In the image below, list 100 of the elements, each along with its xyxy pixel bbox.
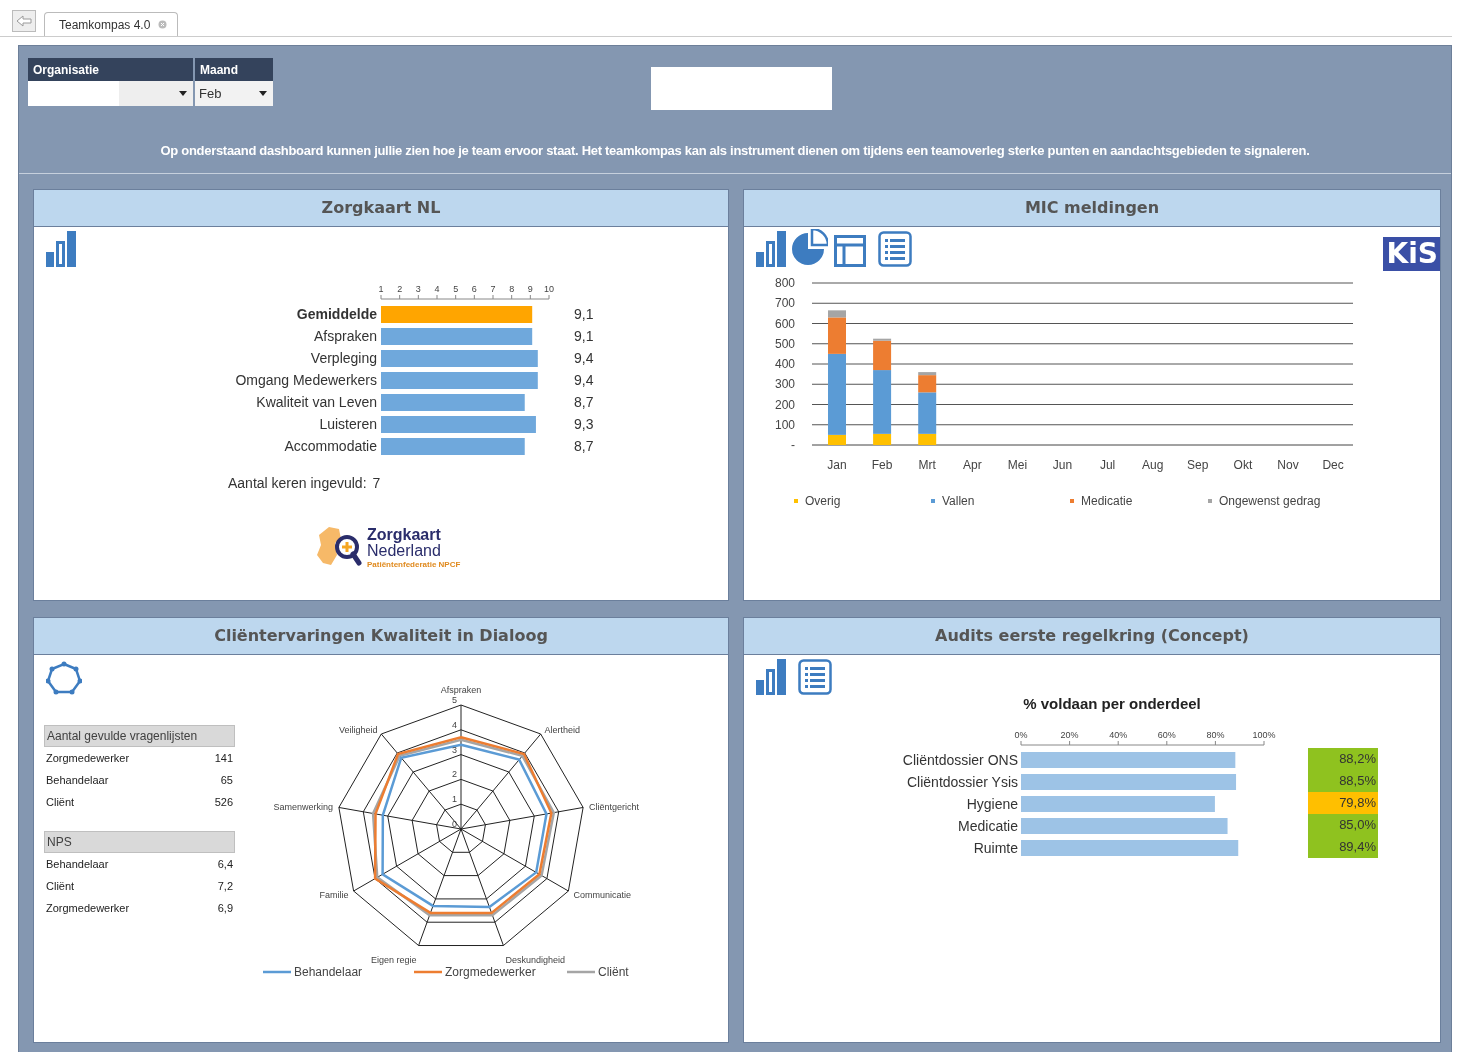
value-label: 8,7 <box>574 394 594 410</box>
axis-label: 5 <box>453 284 459 294</box>
category-label: Gemiddelde <box>296 306 377 322</box>
table-header: NPS <box>44 831 235 853</box>
category-label: Accommodatie <box>284 438 377 454</box>
filter-label: Organisatie <box>28 58 193 81</box>
logo-text: Nederland <box>367 543 442 559</box>
intro-text: Op onderstaand dashboard kunnen jullie zien hoe je team ervoor staat. Het teamkompas kan als instrument dienen om tijdens een teamoverleg sterke punten en aandachtsgebieden te signaleren. <box>159 143 1311 158</box>
axis-label: 600 <box>774 316 795 331</box>
category-label: Mei <box>1007 458 1028 472</box>
category-label: Samenwerking <box>273 802 333 813</box>
category-label: Medicatie <box>958 818 1018 834</box>
back-arrow-icon <box>16 15 32 27</box>
axis-label: 1 <box>452 794 457 805</box>
axis-label: 700 <box>774 296 795 311</box>
category-label: Sep <box>1187 458 1209 472</box>
axis-label: 60% <box>1157 730 1176 740</box>
axis-label: 0 <box>452 819 457 829</box>
category-label: Familie <box>319 890 349 900</box>
filter-label: Maand <box>195 58 273 81</box>
category-label: Feb <box>871 458 893 472</box>
category-label: Okt <box>1233 458 1253 472</box>
axis-label: 8 <box>509 284 515 294</box>
table-cell: Cliënt <box>46 880 75 892</box>
value-label: 9,4 <box>574 372 594 388</box>
legend-item: Vallen <box>931 494 975 508</box>
chart-title: % voldaan per onderdeel <box>1022 695 1202 712</box>
score-cell: 89,4% <box>1308 836 1378 858</box>
legend-item: Cliënt <box>567 965 629 979</box>
category-label: Afspraken <box>440 685 482 695</box>
table-cell: Behandelaar <box>46 774 109 786</box>
table-cell: 6,4 <box>217 858 233 870</box>
category-label: Mrt <box>918 458 936 472</box>
bar-chart-icon[interactable] <box>46 231 76 267</box>
caret-icon <box>259 91 267 96</box>
caret-icon <box>179 91 187 96</box>
document-tab[interactable]: Teamkompas 4.0 <box>44 12 179 36</box>
category-label: Verpleging <box>310 350 377 366</box>
axis-label: 9 <box>527 284 533 294</box>
category-label: Jan <box>827 458 847 472</box>
axis-label: - <box>791 438 795 452</box>
legend-label: Zorgmedewerker <box>445 965 536 979</box>
category-label: Eigen regie <box>371 955 417 966</box>
category-label: Dec <box>1322 458 1344 472</box>
axis-label: 4 <box>452 719 457 730</box>
axis-label: 3 <box>415 284 421 294</box>
axis-label: 300 <box>774 377 795 392</box>
table-cell: Zorgmedewerker <box>46 752 130 764</box>
axis-label: 100% <box>1252 730 1276 740</box>
category-label: Aug <box>1142 458 1164 472</box>
table-cell: 7,2 <box>217 880 233 892</box>
table-icon[interactable] <box>834 235 866 267</box>
axis-label: 4 <box>434 284 440 294</box>
pie-chart-icon[interactable] <box>792 229 828 267</box>
axis-label: 80% <box>1206 730 1225 740</box>
table-cell: Behandelaar <box>46 858 109 870</box>
axis-label: 800 <box>774 276 795 290</box>
category-label: Jul <box>1099 458 1116 472</box>
legend-label: Vallen <box>942 494 975 508</box>
category-label: Jun <box>1052 458 1073 472</box>
logo-text: Zorgkaart <box>367 527 442 543</box>
category-label: Communicatie <box>573 890 632 900</box>
bar-chart-icon[interactable] <box>756 659 786 695</box>
axis-label: 6 <box>471 284 477 294</box>
axis-label: 100 <box>774 417 795 432</box>
legend-item: Behandelaar <box>263 965 363 979</box>
list-icon[interactable] <box>878 231 912 267</box>
table-cell: 6,9 <box>217 902 233 914</box>
category-label: Apr <box>962 458 982 472</box>
axis-label: 2 <box>452 769 457 780</box>
bar-chart-icon[interactable] <box>756 231 786 267</box>
table-cell: Zorgmedewerker <box>46 902 130 914</box>
category-label: Cliëntdossier ONS <box>902 752 1018 768</box>
filter-dropdown[interactable]: Feb <box>195 81 273 106</box>
legend-item: Ongewenst gedrag <box>1208 494 1321 508</box>
category-label: Cliëntdossier Ysis <box>907 774 1018 790</box>
axis-label: 40% <box>1109 730 1128 740</box>
table-cell: 526 <box>214 796 233 808</box>
value-label: 9,4 <box>574 350 594 366</box>
axis-label: 5 <box>452 695 457 705</box>
axis-label: 500 <box>774 336 795 351</box>
score-cell: 88,5% <box>1308 770 1378 792</box>
legend-item: Zorgmedewerker <box>414 965 536 979</box>
category-label: Afspraken <box>313 328 377 344</box>
score-cell: 88,2% <box>1308 748 1378 770</box>
axis-label: 3 <box>452 744 457 755</box>
category-label: Nov <box>1277 458 1299 472</box>
axis-label: 2 <box>397 284 403 294</box>
panel-title: Zorgkaart NL <box>34 190 728 227</box>
category-label: Cliëntgericht <box>589 802 640 813</box>
category-label: Veiligheid <box>338 725 378 736</box>
list-icon[interactable] <box>798 659 832 695</box>
axis-label: 7 <box>490 284 496 294</box>
radar-chart-icon[interactable] <box>46 661 82 695</box>
category-label: Luisteren <box>319 416 377 432</box>
logo-text: Patiëntenfederatie NPCF <box>367 561 461 569</box>
count-value: 7 <box>372 475 381 491</box>
value-label: 8,7 <box>574 438 594 454</box>
legend-label: Behandelaar <box>294 965 363 979</box>
legend-label: Overig <box>805 494 841 508</box>
